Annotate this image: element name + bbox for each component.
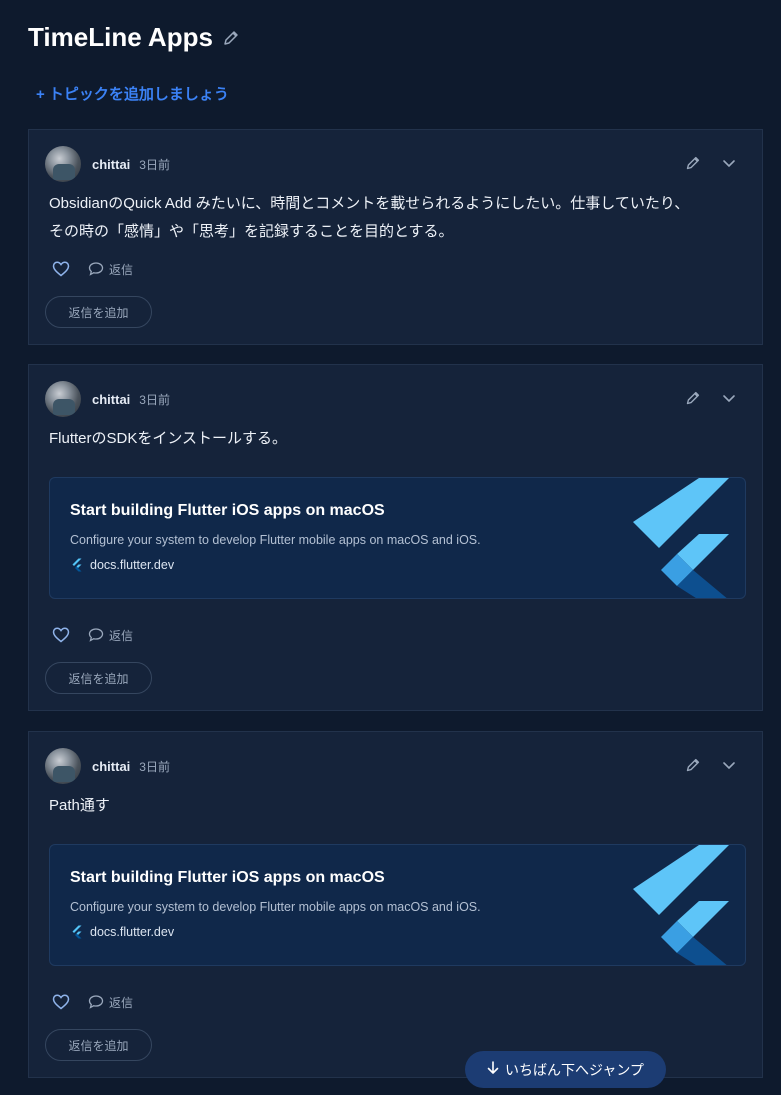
avatar[interactable]: [45, 381, 81, 417]
link-domain: docs.flutter.dev: [70, 558, 174, 572]
reply-label: 返信: [109, 995, 134, 1010]
post-time: 3日前: [139, 392, 170, 407]
post-time: 3日前: [139, 759, 170, 774]
post-time: 3日前: [139, 157, 170, 172]
reactions-bar: 返信: [51, 259, 133, 279]
edit-pencil-icon[interactable]: [684, 756, 702, 774]
post-actions: [684, 389, 738, 407]
flutter-mini-icon: [72, 925, 82, 939]
add-topic-link[interactable]: + トピックを追加しましょう: [36, 83, 229, 104]
arrow-down-icon: [487, 1061, 499, 1078]
post-card: chittai 3日前 FlutterのSDKをインストールする。 Start …: [28, 364, 763, 711]
page-title: TimeLine Apps: [28, 22, 213, 52]
post-card: chittai 3日前 Path通す Start building Flutte…: [28, 731, 763, 1078]
add-reply-button[interactable]: 返信を追加: [45, 1029, 152, 1061]
heart-icon[interactable]: [51, 992, 71, 1012]
link-title: Start building Flutter iOS apps on macOS: [70, 869, 385, 886]
chevron-down-icon[interactable]: [720, 154, 738, 172]
reply-button[interactable]: 返信: [88, 627, 133, 644]
jump-label: いちばん下へジャンプ: [505, 1061, 644, 1078]
reactions-bar: 返信: [51, 625, 133, 645]
speech-bubble-icon: [88, 262, 104, 276]
flutter-logo: [633, 478, 729, 598]
flutter-mini-icon: [72, 558, 82, 572]
reply-label: 返信: [109, 628, 134, 643]
post-body: FlutterのSDKをインストールする。: [49, 425, 738, 453]
flutter-logo: [633, 845, 729, 965]
avatar[interactable]: [45, 146, 81, 182]
post-text-line: ObsidianのQuick Add みたいに、時間とコメントを載せられるように…: [49, 195, 690, 212]
author-name[interactable]: chittai: [92, 759, 130, 774]
speech-bubble-icon: [88, 995, 104, 1009]
add-reply-button[interactable]: 返信を追加: [45, 296, 152, 328]
edit-title-pencil-icon[interactable]: [221, 28, 241, 48]
heart-icon[interactable]: [51, 259, 71, 279]
link-preview-card[interactable]: Start building Flutter iOS apps on macOS…: [49, 844, 746, 966]
page-header: TimeLine Apps: [28, 22, 241, 53]
reactions-bar: 返信: [51, 992, 133, 1012]
post-body: Path通す: [49, 792, 738, 820]
link-title: Start building Flutter iOS apps on macOS: [70, 502, 385, 519]
chevron-down-icon[interactable]: [720, 756, 738, 774]
jump-to-bottom-button[interactable]: いちばん下へジャンプ: [465, 1051, 666, 1088]
edit-pencil-icon[interactable]: [684, 154, 702, 172]
link-description: Configure your system to develop Flutter…: [70, 533, 481, 547]
reply-button[interactable]: 返信: [88, 994, 133, 1011]
author-name[interactable]: chittai: [92, 392, 130, 407]
reply-label: 返信: [109, 262, 134, 277]
chevron-down-icon[interactable]: [720, 389, 738, 407]
post-text-line: FlutterのSDKをインストールする。: [49, 430, 288, 447]
post-header: chittai 3日前: [45, 146, 170, 182]
reply-button[interactable]: 返信: [88, 261, 133, 278]
post-actions: [684, 154, 738, 172]
link-domain-text: docs.flutter.dev: [90, 925, 175, 939]
post-body: ObsidianのQuick Add みたいに、時間とコメントを載せられるように…: [49, 190, 738, 246]
post-text-line: Path通す: [49, 797, 110, 814]
author-name[interactable]: chittai: [92, 157, 130, 172]
post-text-line: その時の「感情」や「思考」を記録することを目的とする。: [49, 223, 454, 240]
post-actions: [684, 756, 738, 774]
speech-bubble-icon: [88, 628, 104, 642]
heart-icon[interactable]: [51, 625, 71, 645]
post-header: chittai 3日前: [45, 748, 170, 784]
link-domain-text: docs.flutter.dev: [90, 558, 175, 572]
link-description: Configure your system to develop Flutter…: [70, 900, 481, 914]
post-header: chittai 3日前: [45, 381, 170, 417]
link-domain: docs.flutter.dev: [70, 925, 174, 939]
edit-pencil-icon[interactable]: [684, 389, 702, 407]
add-reply-button[interactable]: 返信を追加: [45, 662, 152, 694]
link-preview-card[interactable]: Start building Flutter iOS apps on macOS…: [49, 477, 746, 599]
post-card: chittai 3日前 ObsidianのQuick Add みたいに、時間とコ…: [28, 129, 763, 345]
avatar[interactable]: [45, 748, 81, 784]
